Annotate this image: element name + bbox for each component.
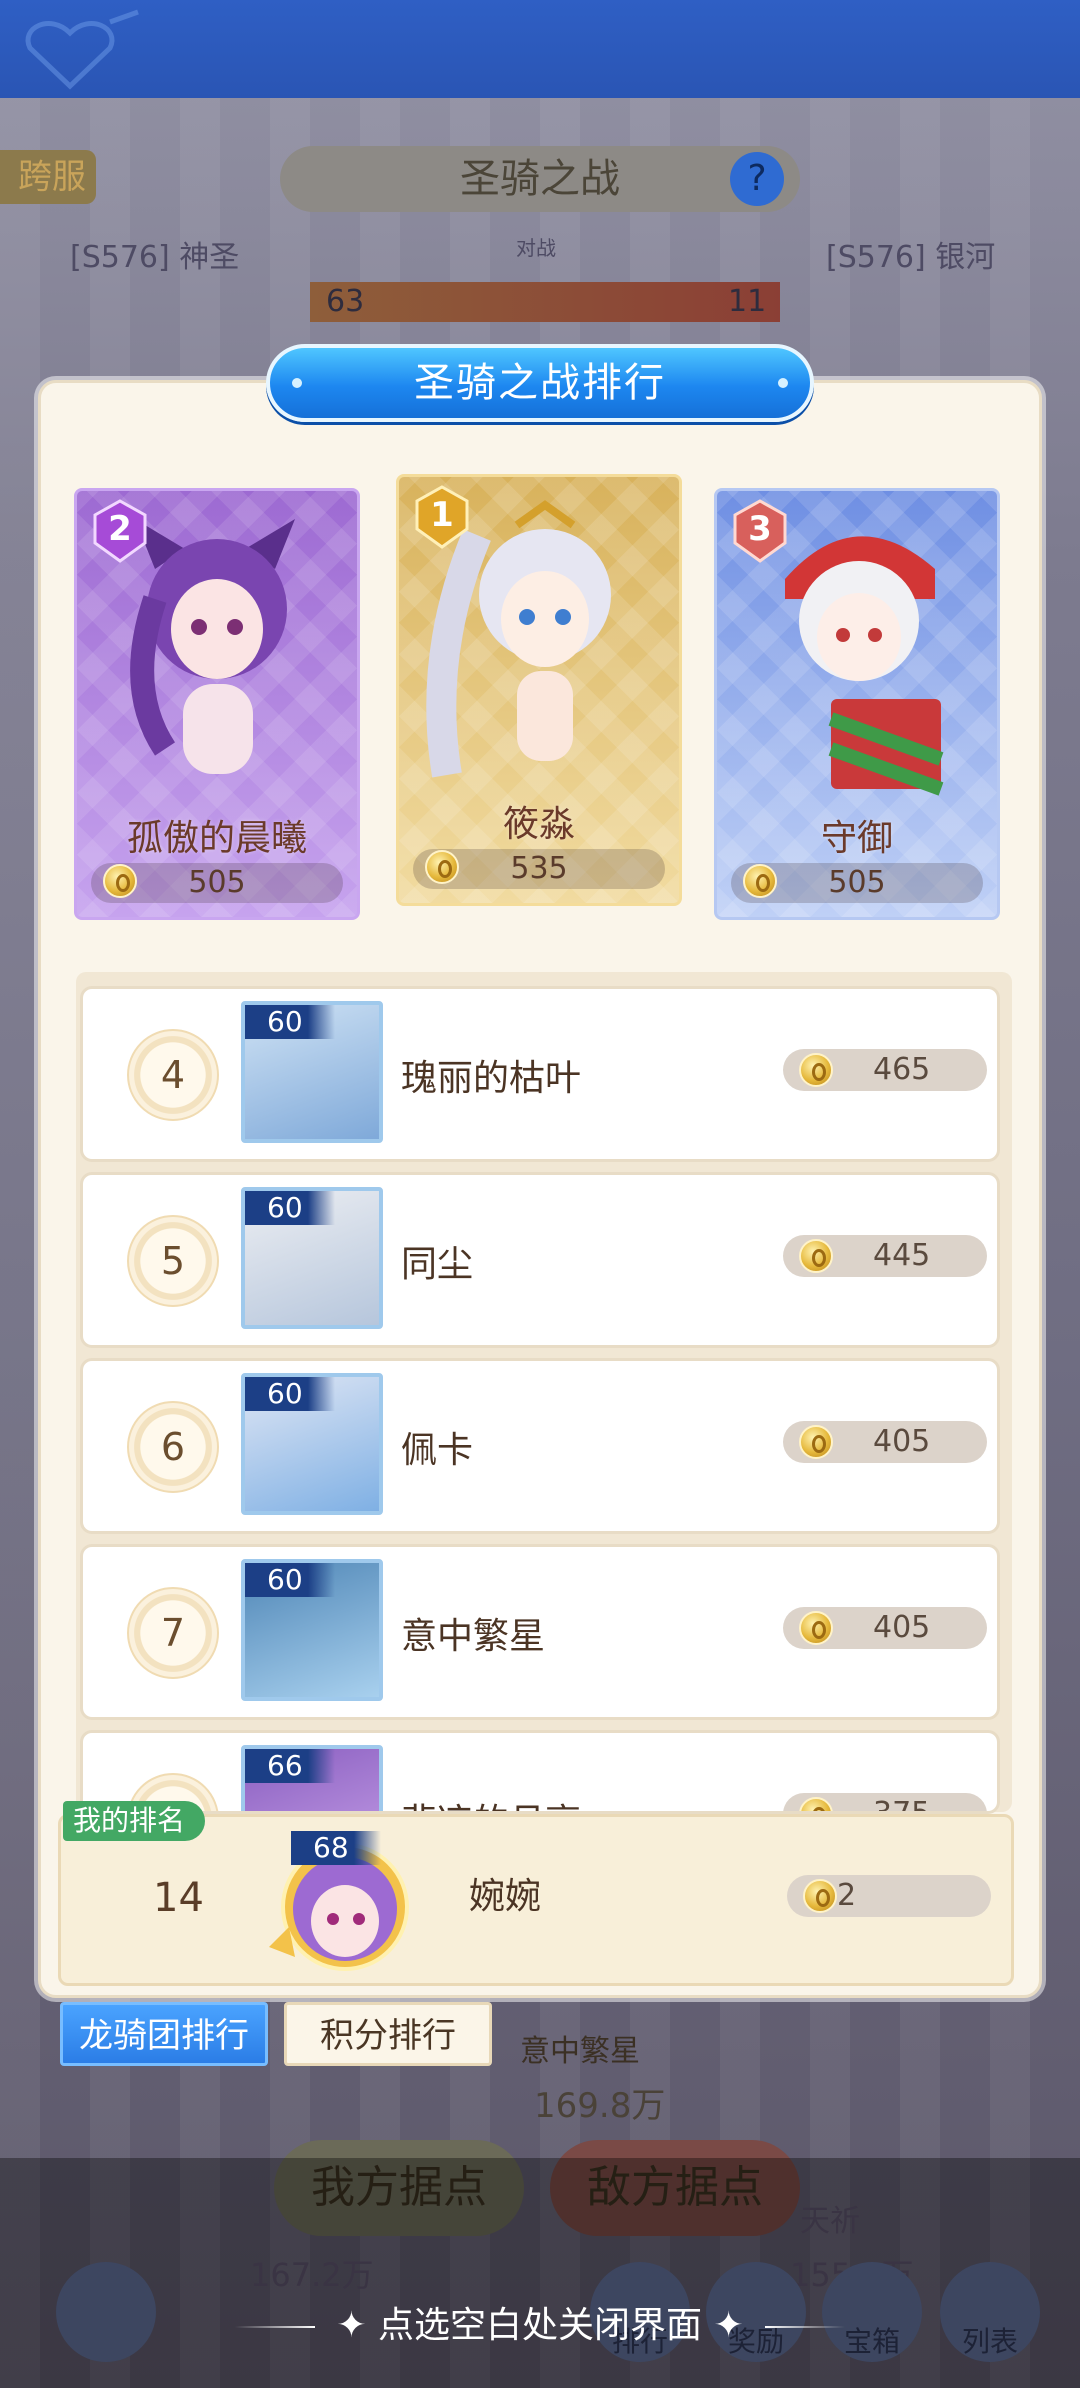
coin-icon [799,1053,833,1087]
my-player-name: 婉婉 [469,1876,542,1917]
rank-compass-icon: 6 [127,1401,219,1493]
top-card-rank-3[interactable]: 3 守御 505 [714,488,1000,920]
coin-icon [103,864,137,898]
ranking-row[interactable]: 5 60 同尘 445 [80,1172,1000,1348]
player-score: 375 [783,1793,987,1811]
ranking-row[interactable]: 7 60 意中繁星 405 [80,1544,1000,1720]
player-name: 佩卡 [401,1430,474,1471]
avatar-level: 60 [245,1563,335,1597]
ranking-row[interactable]: 8 66 悲凉的月亮 375 [80,1730,1000,1814]
top-card-name: 筱淼 [502,804,575,845]
right-score: 11 [728,284,767,319]
coin-icon [799,1611,833,1645]
player-avatar: 66 [241,1745,383,1811]
my-score: 2 [787,1875,991,1917]
player-name: 意中繁星 [401,1616,546,1657]
player-name: 悲凉的月亮 [401,1793,581,1811]
coin-icon [803,1879,837,1913]
my-avatar: 68 [261,1827,429,1977]
my-rank-bar: 我的排名 14 68 婉婉 2 [58,1801,1014,1986]
right-team-name: [S576] 银河 [826,240,996,275]
player-score: 405 [783,1607,987,1649]
battle-title: 圣骑之战 [280,146,800,212]
coin-icon [743,864,777,898]
divider [234,2326,315,2328]
player-score: 445 [783,1235,987,1277]
avatar-level: 60 [245,1191,335,1225]
top-card-name: 守御 [820,818,893,859]
ranking-row[interactable]: 4 60 瑰丽的枯叶 465 [80,986,1000,1162]
cross-server-chip: 跨服 [0,150,96,204]
top-card-name: 孤傲的晨曦 [126,818,307,859]
rank-1-medal-icon: 1 [413,485,471,549]
player-avatar: 60 [241,1373,383,1515]
my-rank-number: 14 [153,1875,204,1921]
score-bar [310,282,780,322]
rank-compass-icon: 4 [127,1029,219,1121]
ranking-row[interactable]: 6 60 佩卡 405 [80,1358,1000,1534]
bg-left-power: 167.2万 [250,2256,374,2294]
coin-icon [425,850,459,884]
left-score: 63 [326,284,365,319]
player-score: 465 [783,1049,987,1091]
versus-label: 对战 [516,236,556,260]
top-card-score: 535 [413,849,665,889]
player-name: 同尘 [401,1244,474,1285]
left-team-name: [S576] 神圣 [70,240,240,275]
rank-3-medal-icon: 3 [731,499,789,563]
top-card-rank-1[interactable]: 1 筱淼 535 [396,474,682,906]
close-hint-text: 点选空白处关闭界面 [377,2305,702,2346]
top-card-score: 505 [731,863,983,903]
bg-right-name: 天祈 [800,2204,860,2239]
bg-hero-power: 169.8万 [534,2086,666,2126]
top-card-rank-2[interactable]: 2 孤傲的晨曦 505 [74,488,360,920]
player-avatar: 60 [241,1559,383,1701]
close-hint[interactable]: ✦ 点选空白处关闭界面 ✦ [0,2296,1080,2348]
top-card-score: 505 [91,863,343,903]
coin-icon [799,1425,833,1459]
tab-points-rank[interactable]: 积分排行 [284,2002,492,2066]
divider [765,2326,846,2328]
avatar-level: 66 [245,1749,335,1783]
my-rank-tag: 我的排名 [63,1801,206,1841]
top-banner [0,0,1080,98]
tab-dragon-knight-rank[interactable]: 龙骑团排行 [60,2002,268,2066]
heart-wing-icon [25,9,139,90]
bg-hero-name: 意中繁星 [520,2034,640,2069]
avatar-level: 60 [245,1377,335,1411]
rank-2-medal-icon: 2 [91,499,149,563]
player-avatar: 60 [241,1187,383,1329]
coin-icon [799,1797,833,1811]
help-icon: ? [730,152,784,206]
player-name: 瑰丽的枯叶 [401,1058,582,1099]
coin-icon [799,1239,833,1273]
player-avatar: 60 [241,1001,383,1143]
bottom-dim-overlay [0,2158,1080,2388]
avatar-level: 68 [291,1831,381,1865]
rank-compass-icon: 5 [127,1215,219,1307]
rank-compass-icon: 7 [127,1587,219,1679]
sparkle-icon: ✦ [713,2305,744,2346]
player-score: 405 [783,1421,987,1463]
panel-title: 圣骑之战排行 [266,344,814,422]
avatar-level: 60 [245,1005,335,1039]
sparkle-icon: ✦ [336,2305,367,2346]
